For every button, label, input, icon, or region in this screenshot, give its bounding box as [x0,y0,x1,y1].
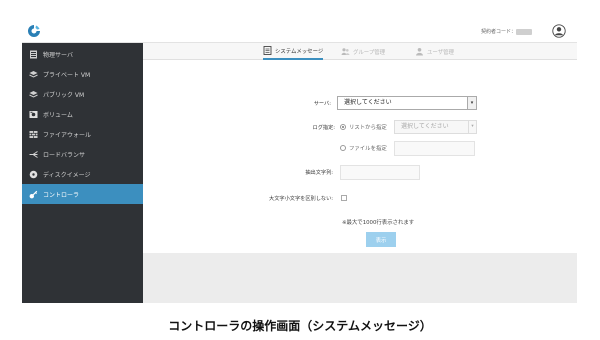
sidebar-item-label: ファイアウォール [43,131,92,139]
extract-string-input[interactable] [340,165,420,180]
app-window: 契約者コード：■■■ 物理サーバ プライベート VM パブリック VM ボリュー… [22,20,577,303]
server-select[interactable]: 選択してください ▾ [337,96,477,110]
sidebar-item-label: パブリック VM [43,91,85,99]
contract-code: 契約者コード：■■■ [481,28,533,35]
tab-user-management[interactable]: ユーザ管理 [415,43,454,60]
extract-string-label: 抽出文字列: [305,170,333,176]
user-icon [416,48,423,56]
layers-icon [29,70,38,78]
group-icon [341,48,350,55]
account-icon[interactable] [552,24,566,38]
sidebar-item-disk-image[interactable]: ディスクイメージ [22,164,143,184]
main-panel: システムメッセージ グループ管理 ユーザ管理 サーバ: 選択してください ▾ ロ… [143,43,577,303]
tab-bar: システムメッセージ グループ管理 ユーザ管理 [143,43,577,60]
sidebar-item-controller[interactable]: コントローラ [22,184,143,204]
contract-code-label: 契約者コード： [481,29,517,35]
radio-button[interactable] [340,145,346,151]
log-list-select-value: 選択してください [401,123,449,130]
disc-icon [29,170,38,178]
chevron-down-icon: ▾ [467,97,476,109]
log-spec-label: ログ指定: [312,125,336,131]
document-icon [263,46,272,55]
case-insensitive-label: 大文字小文字を区別しない: [269,196,333,202]
sidebar-item-volume[interactable]: ボリューム [22,104,143,124]
case-insensitive-checkbox[interactable] [341,195,347,201]
max-lines-note: ※最大で1000行表示されます [342,220,415,226]
radio-from-list[interactable]: リストから指定 [340,123,387,131]
server-label: サーバ: [313,101,331,107]
sidebar-item-label: ディスクイメージ [43,171,91,179]
chevron-down-icon: ▾ [468,121,476,133]
tab-label: グループ管理 [353,49,386,56]
tab-group-management[interactable]: グループ管理 [341,43,385,60]
server-icon [30,50,37,58]
contract-code-value: ■■■ [516,29,533,35]
firewall-icon [29,130,38,138]
show-button[interactable]: 表示 [366,232,396,247]
server-select-value: 選択してください [344,99,392,106]
sidebar-item-firewall[interactable]: ファイアウォール [22,124,143,144]
figure-caption: コントローラの操作画面（システムメッセージ） [168,319,432,333]
sidebar-item-load-balancer[interactable]: ロードバランサ [22,144,143,164]
radio-file[interactable]: ファイルを指定 [340,144,387,152]
layers-icon [29,90,38,98]
logo-icon [28,25,40,37]
tab-label: システムメッセージ [275,48,324,55]
radio-from-list-label: リストから指定 [349,125,387,131]
log-list-select[interactable]: 選択してください ▾ [394,120,477,134]
radio-file-label: ファイルを指定 [349,146,387,152]
sidebar-item-physical-server[interactable]: 物理サーバ [22,44,143,64]
result-area [143,253,577,303]
sidebar-item-label: ロードバランサ [43,151,86,159]
tab-label: ユーザ管理 [427,49,454,56]
sidebar-item-label: ボリューム [43,111,73,119]
sidebar-item-label: 物理サーバ [43,51,73,59]
sidebar-item-label: プライベート VM [43,71,91,79]
tab-system-message[interactable]: システムメッセージ [263,43,324,60]
disk-icon [29,110,38,118]
top-bar: 契約者コード：■■■ [22,20,577,43]
key-icon [29,190,38,198]
file-input[interactable] [394,141,475,156]
sidebar: 物理サーバ プライベート VM パブリック VM ボリューム ファイアウォール … [22,43,143,303]
sidebar-item-public-vm[interactable]: パブリック VM [22,84,143,104]
radio-button[interactable] [340,124,346,130]
sidebar-item-label: コントローラ [43,191,80,199]
load-balancer-icon [29,150,38,158]
sidebar-item-private-vm[interactable]: プライベート VM [22,64,143,84]
